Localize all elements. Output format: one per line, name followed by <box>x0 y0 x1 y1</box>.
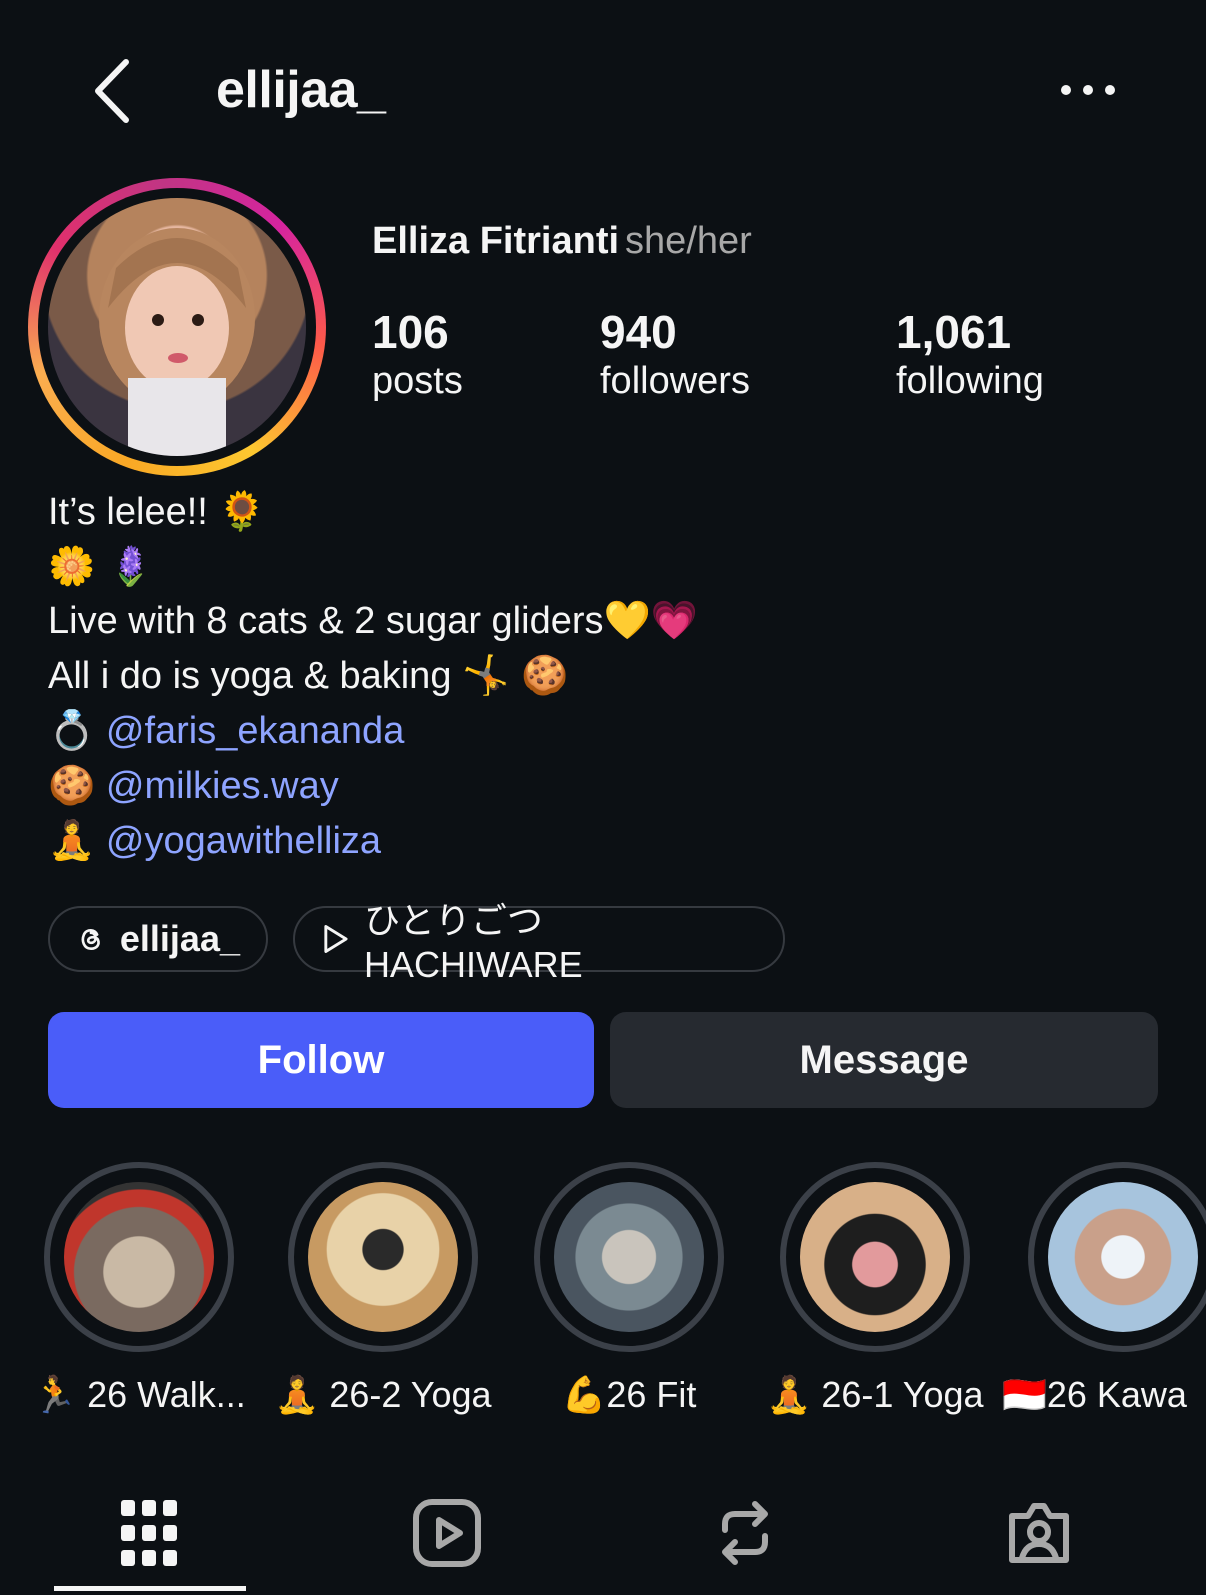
threads-handle: ellijaa_ <box>119 918 240 959</box>
highlight-text: 26 Fit <box>606 1374 697 1415</box>
highlight-cover <box>1028 1162 1206 1352</box>
followers-stat[interactable]: 940 followers <box>600 306 750 404</box>
highlight-label: 💪26 Fit <box>506 1374 752 1416</box>
bio-mention-row: 💍 @faris_ekananda <box>48 703 1168 758</box>
indonesia-flag-icon: 🇮🇩 <box>1002 1375 1047 1416</box>
highlight-text: 26 Walk... <box>87 1374 246 1415</box>
highlight-label: 🏃 26 Walk... <box>16 1374 262 1416</box>
following-count: 1,061 <box>896 306 1012 358</box>
more-options-button[interactable] <box>1058 80 1118 100</box>
highlight-item[interactable]: 🏃 26 Walk... <box>16 1162 262 1416</box>
muscle-icon: 💪 <box>561 1375 607 1416</box>
mention-link[interactable]: @faris_ekananda <box>106 710 404 752</box>
bio-text: Live with 8 cats & 2 sugar gliders <box>48 600 604 642</box>
bio: It’s lelee!! 🌻 🌼 🪻 Live with 8 cats & 2 … <box>48 484 1168 868</box>
tab-reels[interactable] <box>402 1488 492 1578</box>
play-icon <box>324 925 348 953</box>
highlight-text: 26-2 Yoga <box>329 1374 492 1415</box>
highlight-cover <box>44 1162 234 1352</box>
threads-link[interactable]: ellijaa_ <box>48 906 268 972</box>
threads-icon <box>81 929 100 950</box>
posts-label: posts <box>372 360 463 402</box>
bio-text: It’s lelee!! <box>48 491 208 533</box>
highlight-label: 🇮🇩26 Kawa <box>998 1374 1206 1416</box>
highlight-text: 26-1 Yoga <box>821 1374 984 1415</box>
running-icon: 🏃 <box>32 1375 78 1416</box>
chevron-left-icon <box>95 59 129 123</box>
followers-label: followers <box>600 360 750 402</box>
more-horizontal-icon <box>1061 85 1115 95</box>
followers-count: 940 <box>600 306 677 358</box>
following-stat[interactable]: 1,061 following <box>896 306 1044 404</box>
highlight-item[interactable]: 🧘 26-1 Yoga <box>752 1162 998 1416</box>
tab-grid[interactable] <box>104 1488 194 1578</box>
grid-icon <box>121 1500 177 1566</box>
highlight-item[interactable]: 🧘 26-2 Yoga <box>260 1162 506 1416</box>
highlight-item[interactable]: 💪26 Fit <box>506 1162 752 1416</box>
pronouns: she/her <box>625 220 752 262</box>
bio-line: Live with 8 cats & 2 sugar gliders💛💗 <box>48 593 1168 648</box>
meditation-icon: 🧘 <box>274 1375 320 1416</box>
highlight-item[interactable]: 🇮🇩26 Kawa <box>998 1162 1206 1416</box>
tab-tagged[interactable] <box>994 1488 1084 1578</box>
follow-button[interactable]: Follow <box>48 1012 594 1108</box>
full-name-text: Elliza Fitrianti <box>372 220 620 262</box>
bio-mention-row: 🍪 @milkies.way <box>48 758 1168 813</box>
music-link[interactable]: ひとりごつ HACHIWARE <box>293 900 785 985</box>
following-label: following <box>896 360 1044 402</box>
avatar-image <box>48 198 306 456</box>
bio-line: All i do is yoga & baking 🤸 🍪 <box>48 648 1168 703</box>
bio-line: 🌼 🪻 <box>48 544 155 588</box>
full-name: Elliza Fitrianti she/her <box>372 220 752 263</box>
mention-link[interactable]: @yogawithelliza <box>106 820 381 862</box>
posts-count: 106 <box>372 306 449 358</box>
highlight-cover <box>534 1162 724 1352</box>
hearts-icon: 💛💗 <box>603 598 699 642</box>
meditation-icon: 🧘 <box>766 1375 812 1416</box>
highlight-label: 🧘 26-2 Yoga <box>260 1374 506 1416</box>
mention-link[interactable]: @milkies.way <box>106 765 339 807</box>
sunflower-icon: 🌻 <box>218 489 266 533</box>
bio-text: All i do is yoga & baking <box>48 655 452 697</box>
highlight-label: 🧘 26-1 Yoga <box>752 1374 998 1416</box>
highlight-cover <box>780 1162 970 1352</box>
reposts-icon <box>722 1501 768 1565</box>
cookie-icon: 🍪 <box>48 763 96 807</box>
tab-reposts[interactable] <box>700 1488 790 1578</box>
highlight-cover <box>288 1162 478 1352</box>
back-button[interactable] <box>88 56 138 126</box>
profile-username: ellijaa_ <box>216 61 386 119</box>
yoga-cookie-icon: 🤸 🍪 <box>462 653 569 697</box>
ring-icon: 💍 <box>48 708 96 752</box>
bio-line: It’s lelee!! 🌻 <box>48 484 1168 539</box>
music-title: ひとりごつ HACHIWARE <box>363 900 583 985</box>
tagged-icon <box>1009 1503 1069 1563</box>
posts-stat: 106 posts <box>372 306 463 404</box>
message-button[interactable]: Message <box>610 1012 1158 1108</box>
highlight-text: 26 Kawa <box>1046 1374 1187 1415</box>
meditation-icon: 🧘 <box>48 818 96 862</box>
reels-icon <box>413 1499 481 1567</box>
profile-avatar[interactable] <box>28 178 326 476</box>
active-tab-indicator <box>54 1586 246 1591</box>
bio-mention-row: 🧘 @yogawithelliza <box>48 813 1168 868</box>
